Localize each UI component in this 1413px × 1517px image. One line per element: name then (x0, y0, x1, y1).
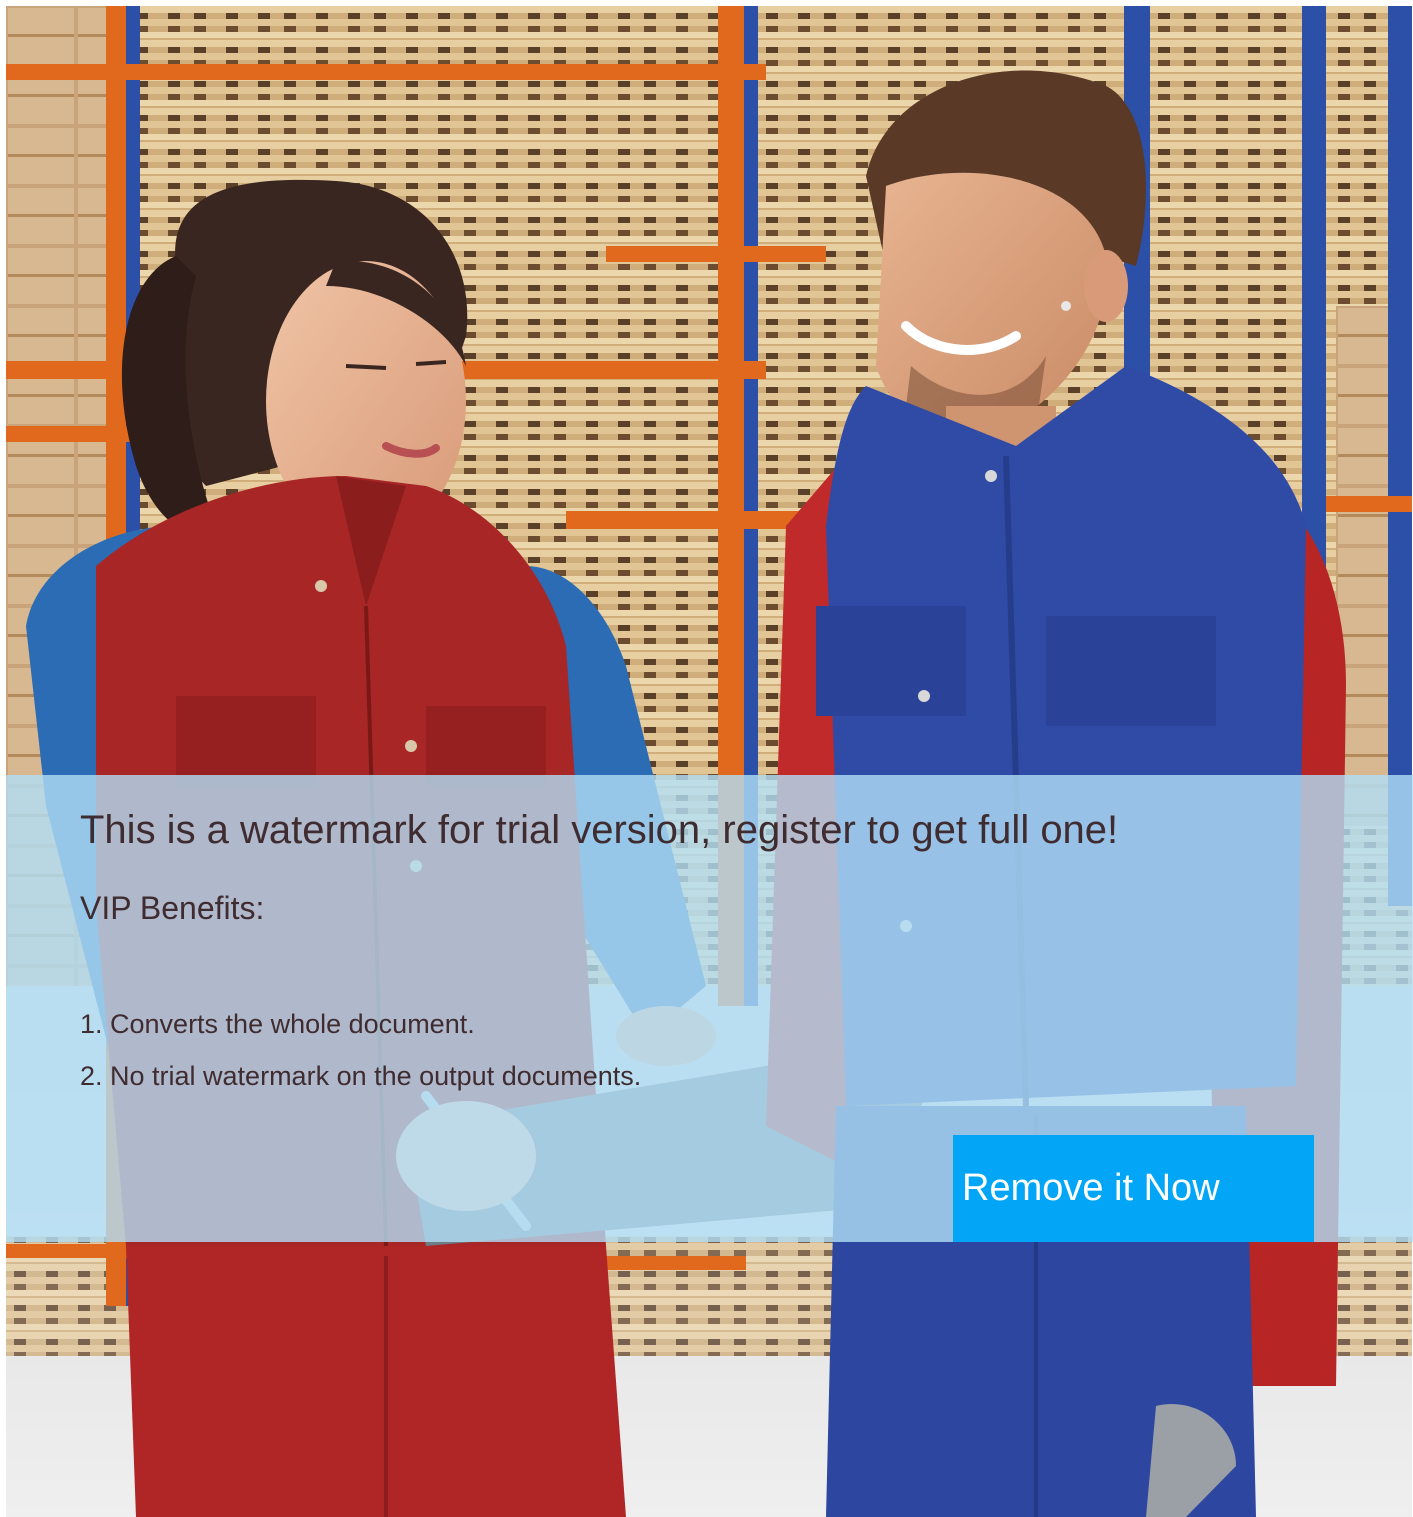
watermark-title: This is a watermark for trial version, r… (80, 808, 1119, 852)
vip-benefits-heading: VIP Benefits: (80, 890, 265, 926)
page: This is a watermark for trial version, r… (0, 0, 1413, 1517)
benefit-item: 1. Converts the whole document. (80, 1009, 475, 1039)
remove-watermark-button[interactable]: Remove it Now (953, 1135, 1314, 1242)
warehouse-workers-photo (6, 6, 1412, 1517)
vip-benefits-list: 1. Converts the whole document. 2. No tr… (80, 998, 641, 1102)
warehouse-workers-illustration (6, 6, 1412, 1517)
benefit-item: 2. No trial watermark on the output docu… (80, 1061, 642, 1091)
